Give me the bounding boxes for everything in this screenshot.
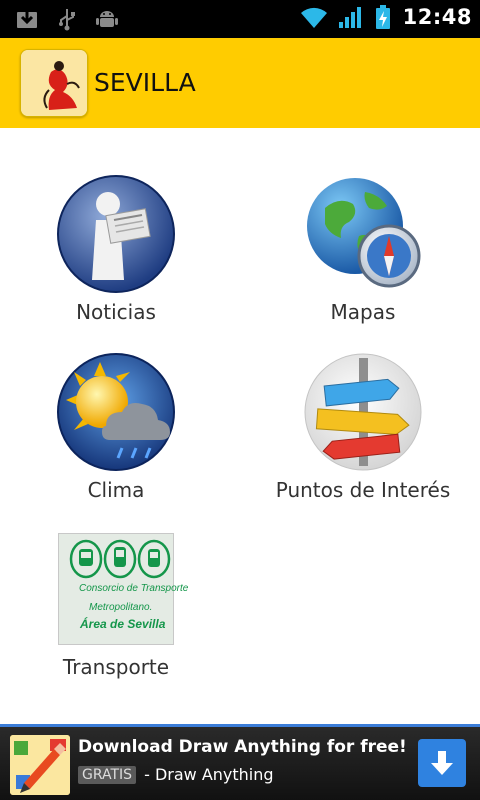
ad-title: Download Draw Anything for free! bbox=[78, 737, 407, 757]
menu-item-label: Puntos de Interés bbox=[275, 478, 451, 502]
battery-charging-icon bbox=[375, 4, 391, 30]
transport-icon-text-line: Área de Sevilla bbox=[80, 617, 166, 631]
menu-item-puntos-de-interes[interactable]: Puntos de Interés bbox=[263, 352, 463, 502]
menu-item-mapas[interactable]: Mapas bbox=[263, 174, 463, 324]
ad-badge: GRATIS bbox=[78, 765, 137, 784]
download-notification-icon bbox=[14, 6, 40, 32]
usb-icon bbox=[54, 6, 80, 32]
signpost-icon bbox=[303, 352, 423, 472]
download-arrow-icon bbox=[431, 751, 453, 775]
signal-icon bbox=[337, 4, 363, 30]
weather-icon bbox=[56, 352, 176, 472]
app-title: SEVILLA bbox=[94, 68, 196, 97]
menu-item-label: Mapas bbox=[330, 300, 396, 324]
transport-icon-text-line: Metropolitano. bbox=[89, 602, 153, 613]
menu-item-clima[interactable]: Clima bbox=[16, 352, 216, 502]
menu-item-label: Clima bbox=[87, 478, 145, 502]
ad-app-icon bbox=[10, 735, 70, 795]
menu-item-noticias[interactable]: Noticias bbox=[16, 174, 216, 324]
wifi-icon bbox=[299, 4, 327, 30]
app-logo-icon bbox=[20, 49, 88, 117]
menu-item-transporte[interactable]: Consorcio de Transporte Metropolitano. Á… bbox=[16, 533, 216, 679]
transport-icon-text-line: Consorcio de Transporte bbox=[79, 583, 189, 594]
download-button[interactable] bbox=[418, 739, 466, 787]
globe-compass-icon bbox=[303, 174, 423, 294]
ad-text: - Draw Anything bbox=[144, 765, 274, 784]
android-debug-icon bbox=[94, 6, 120, 32]
ad-banner[interactable]: Download Draw Anything for free! GRATIS … bbox=[0, 724, 480, 800]
app-header: SEVILLA bbox=[0, 38, 480, 128]
menu-item-label: Transporte bbox=[62, 655, 170, 679]
status-clock: 12:48 bbox=[402, 5, 472, 29]
news-icon bbox=[56, 174, 176, 294]
menu-item-label: Noticias bbox=[76, 300, 156, 324]
status-bar: 12:48 bbox=[0, 0, 480, 38]
